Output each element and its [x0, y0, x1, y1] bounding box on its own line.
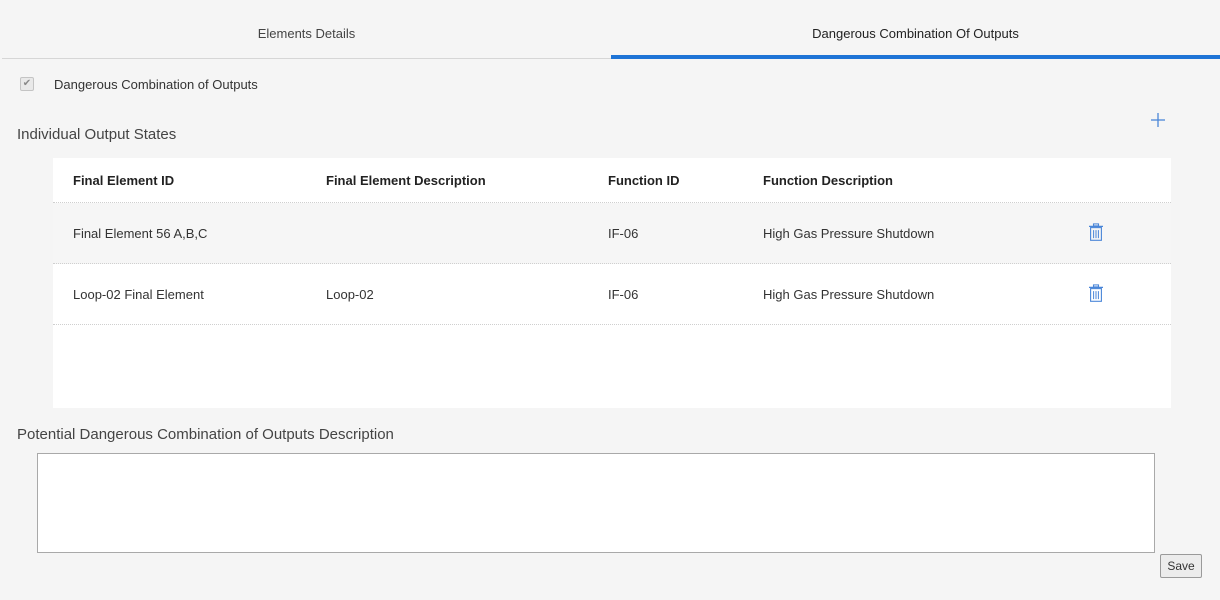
table-header-row: Final Element ID Final Element Descripti… — [53, 158, 1171, 203]
trash-icon — [1089, 223, 1103, 241]
tab-elements-details[interactable]: Elements Details — [2, 0, 611, 58]
tab-bar: Elements Details Dangerous Combination O… — [2, 0, 1220, 59]
column-header-function-description[interactable]: Function Description — [763, 173, 893, 188]
table-row[interactable]: Loop-02 Final Element Loop-02 IF-06 High… — [53, 264, 1171, 325]
plus-icon — [1151, 113, 1165, 127]
dangerous-combination-checkbox-row: ✔ Dangerous Combination of Outputs — [20, 74, 258, 94]
cell-function-description: High Gas Pressure Shutdown — [763, 286, 935, 302]
save-button[interactable]: Save — [1160, 554, 1202, 578]
cell-final-element-id: Loop-02 Final Element — [73, 286, 204, 302]
table-row[interactable]: Final Element 56 A,B,C IF-06 High Gas Pr… — [53, 203, 1171, 264]
cell-function-id: IF-06 — [608, 225, 639, 241]
cell-function-id: IF-06 — [608, 286, 639, 302]
potential-dangerous-combination-description-title: Potential Dangerous Combination of Outpu… — [17, 426, 394, 443]
cell-function-description: High Gas Pressure Shutdown — [763, 225, 935, 241]
delete-row-button[interactable] — [1088, 284, 1104, 302]
page: Elements Details Dangerous Combination O… — [0, 0, 1220, 600]
cell-final-element-description: Loop-02 — [326, 286, 374, 302]
delete-row-button[interactable] — [1088, 223, 1104, 241]
dangerous-combination-description-textarea[interactable] — [37, 453, 1155, 553]
individual-output-states-title: Individual Output States — [17, 126, 177, 143]
add-output-button[interactable] — [1148, 110, 1168, 130]
dangerous-combination-checkbox-label: Dangerous Combination of Outputs — [54, 76, 258, 92]
column-header-final-element-id[interactable]: Final Element ID — [73, 173, 174, 188]
output-states-table: Final Element ID Final Element Descripti… — [53, 158, 1171, 408]
column-header-function-id[interactable]: Function ID — [608, 173, 680, 188]
tab-dangerous-combination-of-outputs[interactable]: Dangerous Combination Of Outputs — [611, 0, 1220, 59]
dangerous-combination-checkbox[interactable]: ✔ — [20, 77, 34, 91]
trash-icon — [1089, 284, 1103, 302]
cell-final-element-id: Final Element 56 A,B,C — [73, 225, 208, 241]
column-header-final-element-description[interactable]: Final Element Description — [326, 173, 486, 188]
